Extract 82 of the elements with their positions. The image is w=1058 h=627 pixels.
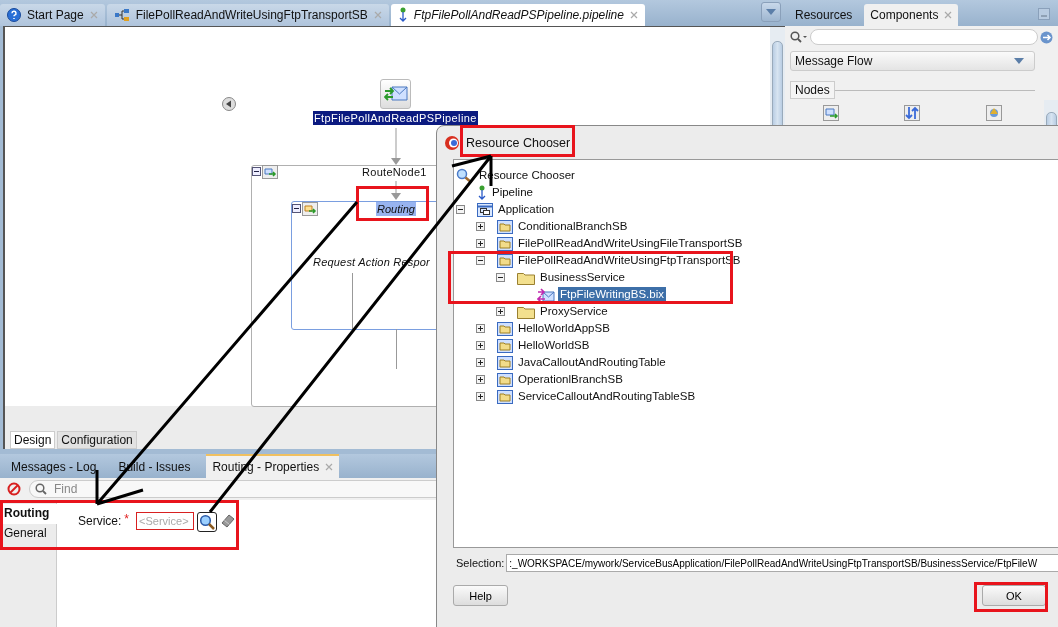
expand-toggle[interactable] [476,222,485,231]
expand-toggle[interactable] [456,205,465,214]
required-mark: * [124,512,130,526]
expand-toggle[interactable] [476,256,485,265]
go-icon[interactable] [1040,30,1053,44]
search-icon [35,483,47,495]
help-button[interactable]: Help [453,585,508,606]
collapse-toggle[interactable] [252,167,261,176]
project-folder-icon [497,338,513,353]
expand-toggle[interactable] [476,239,485,248]
route-node-icon[interactable] [822,105,839,121]
tree-item[interactable]: ConditionalBranchSB [516,219,630,234]
editor-tab[interactable]: FtpFilePollAndReadPSPipeline.pipeline [390,4,645,26]
project-folder-icon [497,219,513,234]
pipeline-label[interactable]: FtpFilePollAndReadPSPipeline [313,111,478,125]
expand-toggle[interactable] [496,307,505,316]
panel-tab[interactable]: Components [864,4,959,26]
tree-item[interactable]: JavaCalloutAndRoutingTable [516,355,668,370]
view-tab[interactable]: Configuration [57,431,137,449]
project-folder-icon [497,389,513,404]
editor-tab[interactable]: FilePollReadAndWriteUsingFtpTransportSB [106,4,389,26]
folder-icon [517,304,535,319]
expand-toggle[interactable] [476,358,485,367]
pipeline-pair-icon[interactable] [904,105,921,121]
panel-tab[interactable]: Resources [789,4,859,26]
pipeline-icon [477,184,487,201]
tree-item[interactable]: HelloWorldAppSB [516,321,612,336]
palette-dropdown[interactable]: Message Flow [790,51,1035,71]
help-icon [7,8,21,22]
tree-item[interactable]: ServiceCalloutAndRoutingTableSB [516,389,698,404]
search-icon [790,31,808,43]
ok-button[interactable]: OK [982,585,1046,606]
folder-icon [517,270,535,285]
application-icon [477,202,493,217]
editor-tab[interactable]: Start Page [0,4,105,26]
tree-item[interactable]: ProxyService [538,304,610,319]
tree-item[interactable]: Pipeline [490,185,535,200]
route-node-icon [262,165,278,179]
section-heading: Nodes [790,81,835,99]
connector-arrow [390,181,402,201]
section-tab[interactable]: General [0,524,56,544]
tab-list-button[interactable] [761,2,781,22]
composite-icon [113,8,130,22]
eraser-icon[interactable] [220,512,237,528]
view-tab[interactable]: Design [10,431,56,449]
project-folder-icon [497,372,513,387]
tree-item[interactable]: FilePollReadAndWriteUsingFileTransportSB [516,236,745,251]
connector-arrow [390,128,402,166]
selection-field[interactable]: :_WORKSPACE/mywork/ServiceBusApplication/FilePollReadAndWriteUsingFtpTransportSB/BusinessService/FtpFileW [506,554,1058,572]
pipeline-icon [397,7,408,23]
service-label: Service: [78,514,122,528]
routing-label[interactable]: Routing [376,202,416,216]
tree-item[interactable]: OperationlBranchSB [516,372,625,387]
business-service-icon [537,286,555,303]
project-folder-icon [497,253,513,268]
project-folder-icon [497,355,513,370]
dropdown-icon [766,9,776,15]
service-field[interactable]: <Service> [136,512,195,530]
project-folder-icon [497,236,513,251]
collapse-toggle[interactable] [292,204,301,213]
selection-label: Selection: [456,557,505,569]
stage-icon[interactable] [986,105,1003,121]
app-logo-icon [444,134,460,151]
expand-toggle[interactable] [476,341,485,350]
project-folder-icon [497,321,513,336]
expand-toggle[interactable] [476,392,485,401]
tree-item[interactable]: HelloWorldSB [516,338,592,353]
dropdown-icon [1014,58,1024,64]
component-search-field[interactable] [790,29,1053,45]
route-node-title: RouteNode1 [362,166,427,178]
panel-tab[interactable]: Messages - Log [5,456,103,478]
expand-toggle[interactable] [476,375,485,384]
expand-toggle[interactable] [476,324,485,333]
tree-item[interactable]: BusinessService [538,270,627,285]
expand-toggle[interactable] [496,273,505,282]
tree-item[interactable]: Application [496,202,557,217]
clear-icon[interactable] [7,482,21,496]
routing-icon [302,202,318,216]
dialog-title: Resource Chooser [466,135,571,150]
search-button[interactable] [197,512,218,532]
pipeline-node-icon[interactable] [380,79,411,109]
section-tab[interactable]: Routing [0,504,57,524]
